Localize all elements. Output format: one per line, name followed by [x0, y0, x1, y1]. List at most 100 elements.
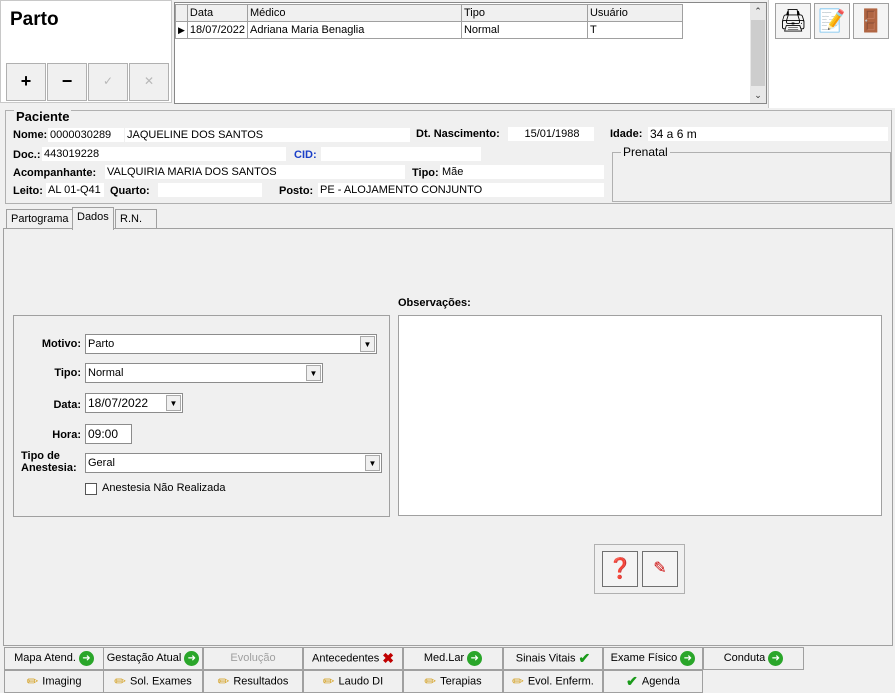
- nav-evolucao[interactable]: Evolução: [203, 647, 303, 670]
- prenatal-group: Prenatal: [612, 145, 891, 202]
- nav-sinais-vitais-label: Sinais Vitais: [515, 652, 576, 665]
- nav-terapias[interactable]: ✏ Terapias: [403, 670, 503, 693]
- arrow-right-icon: ➜: [768, 650, 784, 666]
- chevron-down-icon[interactable]: ▼: [365, 455, 380, 471]
- vertical-scrollbar[interactable]: ⌃ ⌄: [750, 3, 766, 103]
- nav-med-lar[interactable]: Med.Lar ➜: [403, 647, 503, 670]
- pencil-icon: ✏: [424, 673, 437, 689]
- pencil-icon: ✏: [114, 673, 126, 689]
- records-grid[interactable]: Data Médico Tipo Usuário ▶ 18/07/2022 Ad…: [174, 2, 767, 104]
- scroll-thumb[interactable]: [751, 20, 765, 86]
- col-header-medico[interactable]: Médico: [246, 4, 462, 22]
- col-header-tipo[interactable]: Tipo: [460, 4, 588, 22]
- data-picker[interactable]: 18/07/2022 ▼: [85, 393, 183, 413]
- leito-field: AL 01-Q41: [46, 183, 104, 197]
- anestesia-nao-realizada-label: Anestesia Não Realizada: [102, 482, 226, 494]
- tab-rn[interactable]: R.N.: [115, 209, 157, 229]
- posto-label: Posto:: [279, 185, 314, 197]
- hora-value: 09:00: [88, 427, 119, 441]
- checkmark-icon: ✔: [578, 650, 591, 666]
- anestesia-nao-realizada-checkbox[interactable]: [85, 483, 97, 495]
- cell-data[interactable]: 18/07/2022: [186, 21, 248, 39]
- nascimento-label: Dt. Nascimento:: [416, 128, 500, 140]
- data-label: Data:: [53, 399, 81, 411]
- arrow-right-icon: ➜: [184, 650, 200, 666]
- nav-sol-exames-label: Sol. Exames: [129, 675, 192, 688]
- nav-imaging[interactable]: ✏ Imaging: [4, 670, 104, 693]
- doc-label: Doc.:: [13, 149, 41, 161]
- tipo-parto-select[interactable]: Normal ▼: [85, 363, 323, 383]
- printer-icon[interactable]: 🖨: [775, 3, 811, 39]
- nav-exame-fisico[interactable]: Exame Físico ➜: [603, 647, 703, 670]
- motivo-select[interactable]: Parto ▼: [85, 334, 377, 354]
- pencil-icon: ✏: [322, 673, 335, 689]
- col-header-usuario[interactable]: Usuário: [586, 4, 683, 22]
- quarto-field: [158, 183, 262, 197]
- tipo-parto-label: Tipo:: [54, 367, 81, 379]
- cid-label: CID:: [294, 149, 317, 161]
- patient-legend: Paciente: [14, 109, 72, 124]
- nav-sinais-vitais[interactable]: Sinais Vitais ✔: [503, 647, 603, 670]
- nav-evol-enferm-label: Evol. Enferm.: [527, 675, 594, 688]
- erase-icon[interactable]: ✎: [642, 551, 678, 587]
- nav-sol-exames[interactable]: ✏ Sol. Exames: [103, 670, 203, 693]
- cell-usuario[interactable]: T: [586, 21, 683, 39]
- idade-field: 34 a 6 m: [648, 127, 888, 141]
- posto-field: PE - ALOJAMENTO CONJUNTO: [318, 183, 604, 197]
- observacoes-textarea[interactable]: [398, 315, 882, 516]
- document-sign-icon[interactable]: 📝: [814, 3, 850, 39]
- idade-label: Idade:: [610, 128, 643, 140]
- anestesia-select[interactable]: Geral ▼: [85, 453, 382, 473]
- motivo-value: Parto: [88, 338, 115, 350]
- chevron-down-icon[interactable]: ▼: [360, 336, 375, 352]
- table-row[interactable]: ▶ 18/07/2022 Adriana Maria Benaglia Norm…: [175, 21, 683, 39]
- remove-button[interactable]: −: [47, 63, 87, 101]
- exit-door-icon[interactable]: 🚪: [853, 3, 889, 39]
- cell-tipo[interactable]: Normal: [460, 21, 588, 39]
- nav-exame-fisico-label: Exame Físico: [610, 652, 678, 664]
- hora-input[interactable]: 09:00: [85, 424, 132, 444]
- hora-label: Hora:: [52, 429, 81, 441]
- data-value: 18/07/2022: [88, 396, 149, 410]
- confirm-button[interactable]: ✓: [88, 63, 128, 101]
- cancel-button[interactable]: ✕: [129, 63, 169, 101]
- help-document-icon[interactable]: ❓: [602, 551, 638, 587]
- nav-mapa-atend[interactable]: Mapa Atend. ➜: [4, 647, 104, 670]
- tipo-label: Tipo:: [412, 167, 439, 179]
- nav-terapias-label: Terapias: [440, 675, 482, 688]
- nav-agenda[interactable]: ✔ Agenda: [603, 670, 703, 693]
- pencil-icon: ✏: [217, 673, 230, 689]
- page-title: Parto: [10, 9, 59, 30]
- nav-laudo-di[interactable]: ✏ Laudo DI: [303, 670, 403, 693]
- action-group: ❓ ✎: [594, 544, 685, 594]
- nav-gestacao-atual[interactable]: Gestação Atual ➜: [103, 647, 203, 670]
- scroll-up-icon[interactable]: ⌃: [750, 3, 766, 19]
- nav-evol-enferm[interactable]: ✏ Evol. Enferm.: [503, 670, 603, 693]
- col-header-data[interactable]: Data: [186, 4, 248, 22]
- add-button[interactable]: +: [6, 63, 46, 101]
- scroll-down-icon[interactable]: ⌄: [750, 87, 766, 103]
- anestesia-label: Tipo de Anestesia:: [14, 450, 81, 474]
- patient-group: Paciente Nome: 0000030289 JAQUELINE DOS …: [5, 109, 892, 204]
- nascimento-field: 15/01/1988: [508, 127, 594, 141]
- pencil-icon: ✏: [512, 673, 524, 689]
- prenatal-legend: Prenatal: [621, 145, 670, 159]
- arrow-right-icon: ➜: [467, 650, 483, 666]
- chevron-down-icon[interactable]: ▼: [306, 365, 321, 381]
- pencil-icon: ✏: [26, 673, 39, 689]
- cell-medico[interactable]: Adriana Maria Benaglia: [246, 21, 462, 39]
- icon-toolbar: 🖨 📝 🚪: [768, 0, 895, 108]
- chevron-down-icon[interactable]: ▼: [166, 395, 181, 411]
- nav-antecedentes[interactable]: Antecedentes ✖: [303, 647, 403, 670]
- nav-laudo-di-label: Laudo DI: [338, 675, 384, 688]
- checkmark-icon: ✔: [626, 673, 638, 689]
- tab-dados[interactable]: Dados: [72, 207, 114, 230]
- nav-med-lar-label: Med.Lar: [423, 652, 465, 664]
- motivo-label: Motivo:: [41, 338, 81, 350]
- nav-resultados[interactable]: ✏ Resultados: [203, 670, 303, 693]
- acompanhante-field: VALQUIRIA MARIA DOS SANTOS: [105, 165, 405, 179]
- anestesia-label-line1: Tipo de: [21, 450, 60, 462]
- nav-conduta[interactable]: Conduta ➜: [703, 647, 804, 670]
- nav-conduta-label: Conduta: [723, 652, 766, 664]
- tab-partograma[interactable]: Partograma: [6, 209, 74, 229]
